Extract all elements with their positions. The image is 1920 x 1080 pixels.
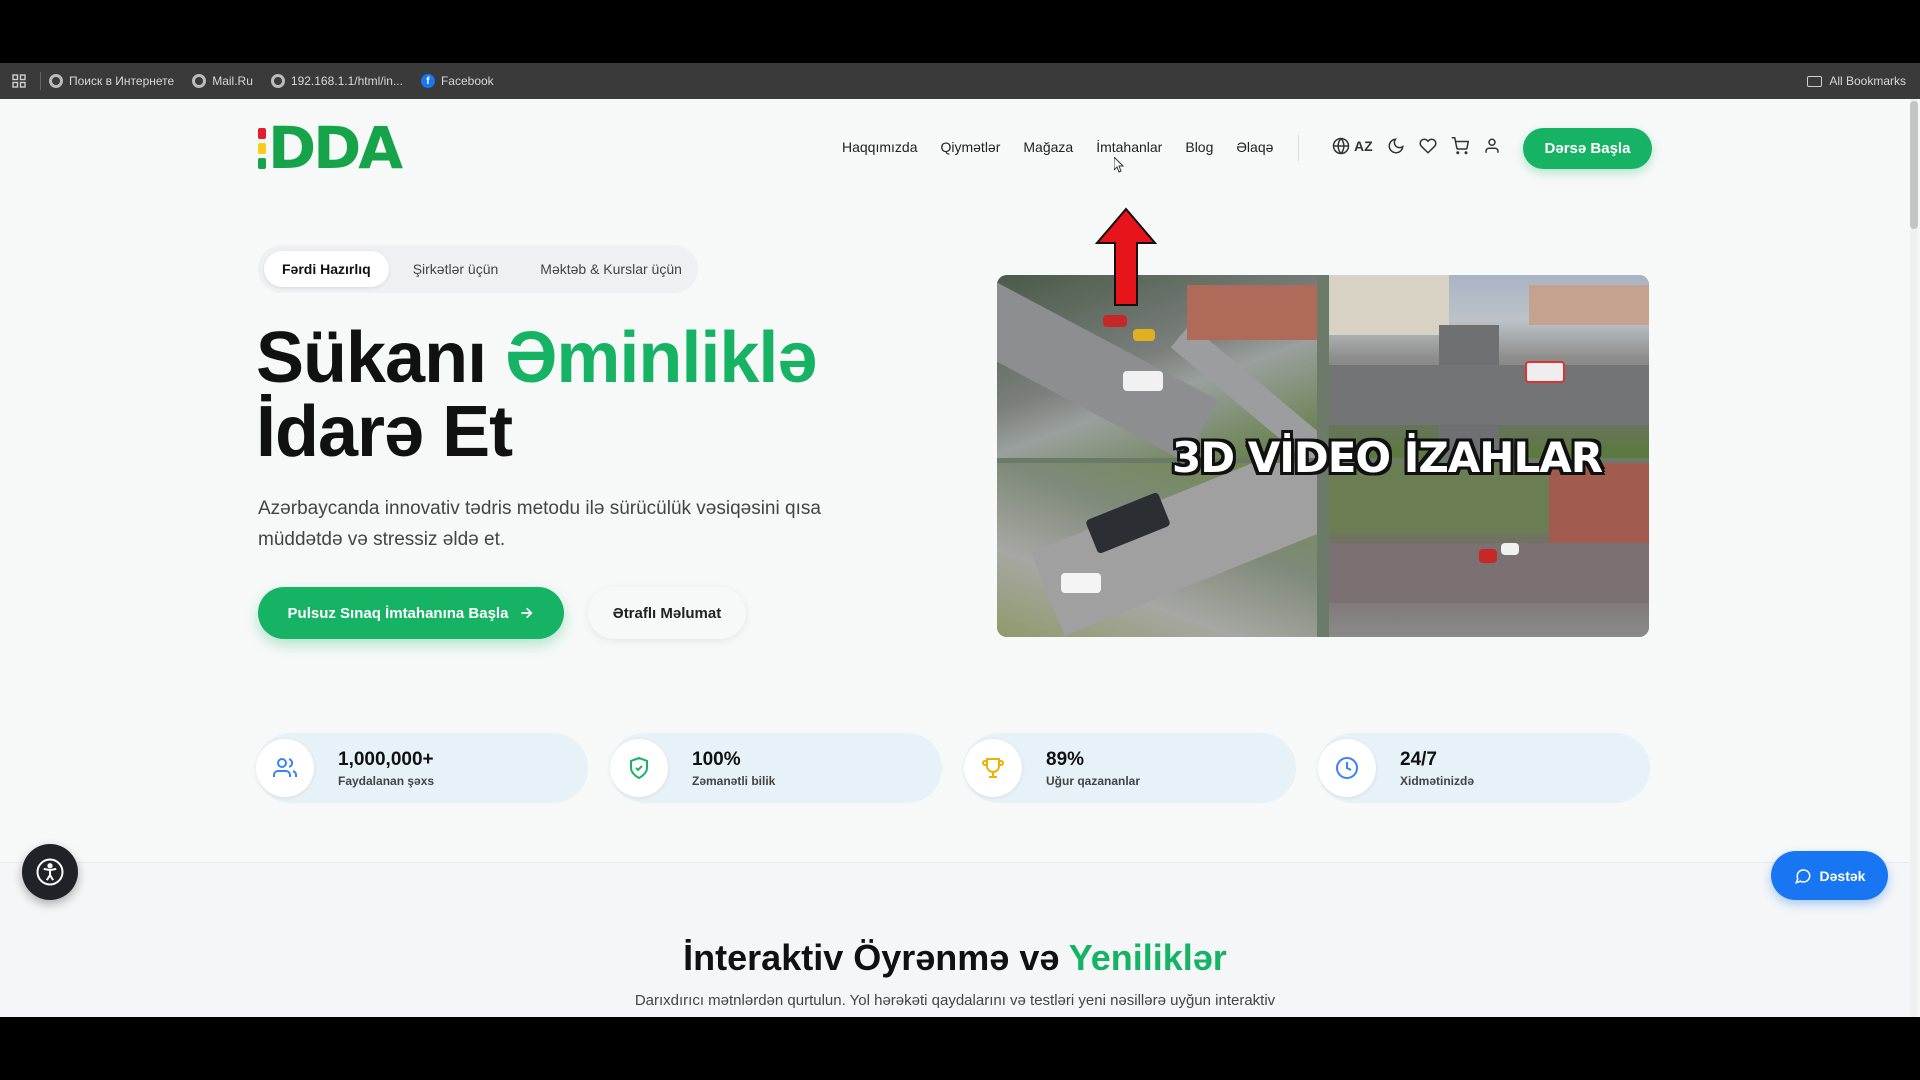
stat-card: 24/7 Xidmətinizdə — [1318, 733, 1650, 803]
bookmark-facebook[interactable]: f Facebook — [420, 74, 494, 88]
section-title-part1: İnteraktiv Öyrənmə və — [683, 937, 1069, 978]
bookmark-mailru[interactable]: Mail.Ru — [192, 74, 253, 88]
traffic-light-icon — [258, 127, 266, 169]
scrollbar-thumb[interactable] — [1910, 101, 1918, 229]
accessibility-button[interactable] — [22, 844, 78, 900]
stat-label: Zəmanətli bilik — [692, 773, 776, 788]
main-nav: Haqqımızda Qiymətlər Mağaza İmtahanlar B… — [842, 139, 1273, 155]
web-page: DDA Haqqımızda Qiymətlər Mağaza İmtahanl… — [0, 99, 1920, 1017]
language-switcher[interactable]: AZ — [1332, 137, 1373, 155]
bookmark-router[interactable]: 192.168.1.1/html/in... — [270, 74, 403, 88]
stat-label: Xidmətinizdə — [1400, 773, 1475, 788]
support-label: Dəstək — [1819, 867, 1866, 884]
scene-thumbnail — [1329, 463, 1649, 637]
cart-icon — [1451, 137, 1469, 155]
video-preview[interactable]: 3D VİDEO İZAHLAR — [997, 275, 1649, 637]
tab-schools[interactable]: Məktəb & Kurslar üçün — [522, 251, 700, 287]
more-info-button[interactable]: Ətraflı Məlumat — [588, 587, 746, 639]
apps-icon[interactable] — [0, 63, 38, 99]
bookmark-label: Facebook — [440, 74, 494, 88]
free-exam-label: Pulsuz Sınaq İmtahanına Başla — [287, 604, 509, 622]
section-title-highlight: Yeniliklər — [1068, 937, 1227, 978]
stat-card: 100% Zəmanətli bilik — [610, 733, 942, 803]
bookmark-search[interactable]: Поиск в Интернете — [49, 74, 174, 88]
hero-title-line2: İdarə Et — [256, 392, 513, 472]
stat-label: Uğur qazananlar — [1046, 773, 1141, 788]
accessibility-icon — [36, 858, 64, 886]
stat-value: 24/7 — [1400, 748, 1437, 770]
hero-title: Sükanı Əminliklə İdarə Et — [256, 318, 817, 472]
bookmark-label: Mail.Ru — [212, 74, 253, 88]
hero-title-highlight: Əminliklə — [505, 318, 817, 398]
stat-value: 1,000,000+ — [338, 748, 434, 770]
nav-item-contact[interactable]: Əlaqə — [1236, 139, 1273, 155]
mouse-cursor-icon — [1114, 157, 1124, 173]
nav-divider — [1298, 135, 1299, 161]
bookmarks-separator — [40, 72, 41, 90]
nav-item-exams[interactable]: İmtahanlar — [1096, 139, 1162, 155]
scene-thumbnail — [1329, 275, 1649, 458]
nav-item-prices[interactable]: Qiymətlər — [940, 139, 1000, 155]
wishlist-button[interactable] — [1419, 137, 1437, 155]
bookmark-label: 192.168.1.1/html/in... — [290, 74, 403, 88]
hero-subtitle: Azərbaycanda innovativ tədris metodu ilə… — [258, 498, 821, 550]
nav-item-about[interactable]: Haqqımızda — [842, 139, 917, 155]
free-exam-button[interactable]: Pulsuz Sınaq İmtahanına Başla — [258, 587, 564, 639]
screen-top-border — [0, 0, 1920, 63]
shield-check-icon — [610, 739, 668, 797]
facebook-icon: f — [420, 74, 435, 88]
globe-icon — [270, 74, 285, 88]
hero-title-part1: Sükanı — [256, 318, 506, 398]
tab-companies[interactable]: Şirkətlər üçün — [395, 251, 517, 287]
video-title: 3D VİDEO İZAHLAR — [1172, 433, 1603, 482]
header-actions: AZ — [1332, 137, 1501, 155]
tab-individual[interactable]: Fərdi Hazırlıq — [264, 251, 389, 287]
scene-thumbnail — [997, 275, 1317, 458]
bookmark-label: Поиск в Интернете — [69, 74, 175, 88]
stat-label: Faydalanan şəxs — [338, 773, 435, 788]
moon-icon — [1388, 138, 1404, 154]
cart-button[interactable] — [1451, 137, 1469, 155]
globe-icon — [192, 74, 207, 88]
page-scrollbar[interactable] — [1910, 99, 1918, 1017]
arrow-right-icon — [521, 607, 533, 619]
section-subtitle: Darıxdırıcı mətnlərdən qurtulun. Yol hər… — [634, 992, 1276, 1009]
users-icon — [256, 739, 314, 797]
globe-icon — [49, 74, 63, 88]
heart-icon — [1419, 138, 1437, 154]
start-lesson-button[interactable]: Dərsə Başla — [1523, 128, 1652, 169]
screen-bottom-border — [0, 1017, 1920, 1080]
trophy-icon — [964, 739, 1022, 797]
nav-item-blog[interactable]: Blog — [1185, 139, 1213, 155]
language-label: AZ — [1354, 138, 1373, 154]
site-logo[interactable]: DDA — [258, 119, 403, 177]
stat-value: 89% — [1046, 748, 1085, 770]
support-button[interactable]: Dəstək — [1771, 851, 1888, 900]
section-title: İnteraktiv Öyrənmə və Yeniliklər — [0, 937, 1910, 979]
nav-item-shop[interactable]: Mağaza — [1023, 139, 1073, 155]
account-button[interactable] — [1483, 137, 1501, 155]
stat-card: 89% Uğur qazananlar — [964, 733, 1296, 803]
stat-value: 100% — [692, 748, 741, 770]
user-icon — [1484, 138, 1499, 153]
chat-icon — [1794, 868, 1811, 884]
dark-mode-toggle[interactable] — [1387, 137, 1405, 155]
folder-icon — [1807, 75, 1823, 87]
bookmarks-bar: Поиск в Интернете Mail.Ru 192.168.1.1/ht… — [0, 63, 1920, 99]
logo-text: DDA — [268, 114, 403, 182]
globe-icon — [1332, 137, 1350, 155]
audience-tabs: Fərdi Hazırlıq Şirkətlər üçün Məktəb & K… — [258, 245, 698, 293]
all-bookmarks-label: All Bookmarks — [1829, 74, 1906, 88]
annotation-arrow-icon — [1095, 207, 1157, 306]
all-bookmarks-button[interactable]: All Bookmarks — [1807, 63, 1906, 99]
stat-card: 1,000,000+ Faydalanan şəxs — [256, 733, 588, 803]
clock-icon — [1318, 739, 1376, 797]
scene-thumbnail — [997, 463, 1317, 637]
